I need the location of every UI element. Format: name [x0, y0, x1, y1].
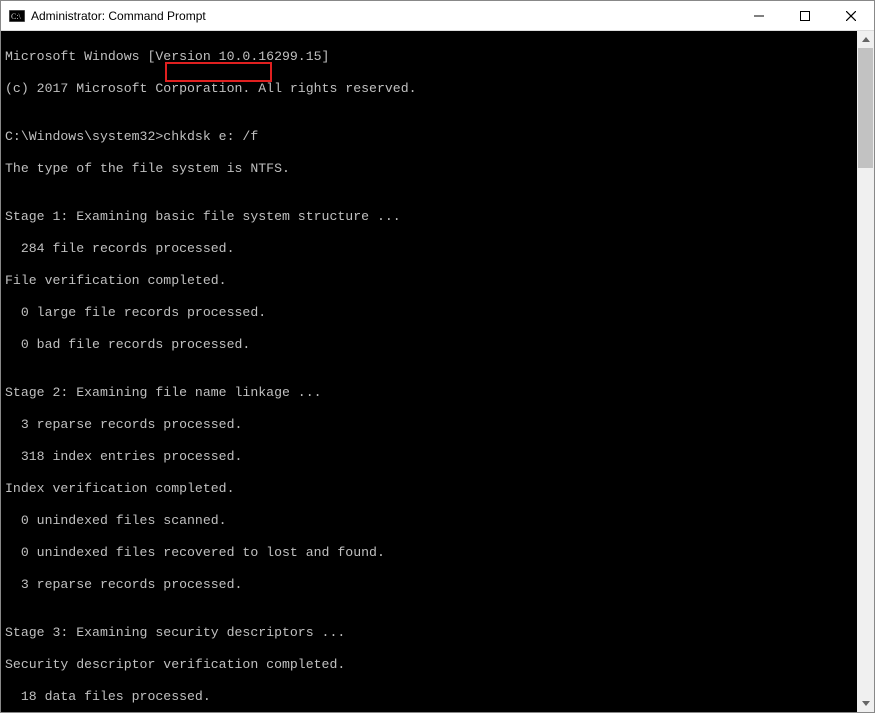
output-line: 3 reparse records processed. — [5, 417, 853, 433]
window-controls — [736, 1, 874, 30]
output-line: 0 unindexed files recovered to lost and … — [5, 545, 853, 561]
scroll-down-arrow-icon[interactable] — [857, 695, 874, 712]
output-line: Stage 1: Examining basic file system str… — [5, 209, 853, 225]
prompt-command: chkdsk e: /f — [163, 129, 258, 144]
console-output[interactable]: Microsoft Windows [Version 10.0.16299.15… — [1, 31, 857, 712]
console-area: Microsoft Windows [Version 10.0.16299.15… — [1, 31, 874, 712]
cmd-icon: C:\ — [9, 8, 25, 24]
output-line: (c) 2017 Microsoft Corporation. All righ… — [5, 81, 853, 97]
output-line: Stage 2: Examining file name linkage ... — [5, 385, 853, 401]
minimize-button[interactable] — [736, 1, 782, 30]
output-line: Stage 3: Examining security descriptors … — [5, 625, 853, 641]
prompt-line: C:\Windows\system32>chkdsk e: /f — [5, 129, 853, 145]
output-line: 0 unindexed files scanned. — [5, 513, 853, 529]
output-line: Security descriptor verification complet… — [5, 657, 853, 673]
output-line: 0 large file records processed. — [5, 305, 853, 321]
output-line: Index verification completed. — [5, 481, 853, 497]
scroll-up-arrow-icon[interactable] — [857, 31, 874, 48]
svg-text:C:\: C:\ — [11, 12, 22, 21]
output-line: 284 file records processed. — [5, 241, 853, 257]
scroll-thumb[interactable] — [858, 48, 873, 168]
prompt-path: C:\Windows\system32> — [5, 129, 163, 144]
maximize-button[interactable] — [782, 1, 828, 30]
output-line: 18 data files processed. — [5, 689, 853, 705]
titlebar: C:\ Administrator: Command Prompt — [1, 1, 874, 31]
vertical-scrollbar[interactable] — [857, 31, 874, 712]
close-button[interactable] — [828, 1, 874, 30]
output-line: 0 bad file records processed. — [5, 337, 853, 353]
output-line: 3 reparse records processed. — [5, 577, 853, 593]
output-line: File verification completed. — [5, 273, 853, 289]
output-line: Microsoft Windows [Version 10.0.16299.15… — [5, 49, 853, 65]
output-line: The type of the file system is NTFS. — [5, 161, 853, 177]
window-title: Administrator: Command Prompt — [31, 9, 736, 23]
output-line: 318 index entries processed. — [5, 449, 853, 465]
